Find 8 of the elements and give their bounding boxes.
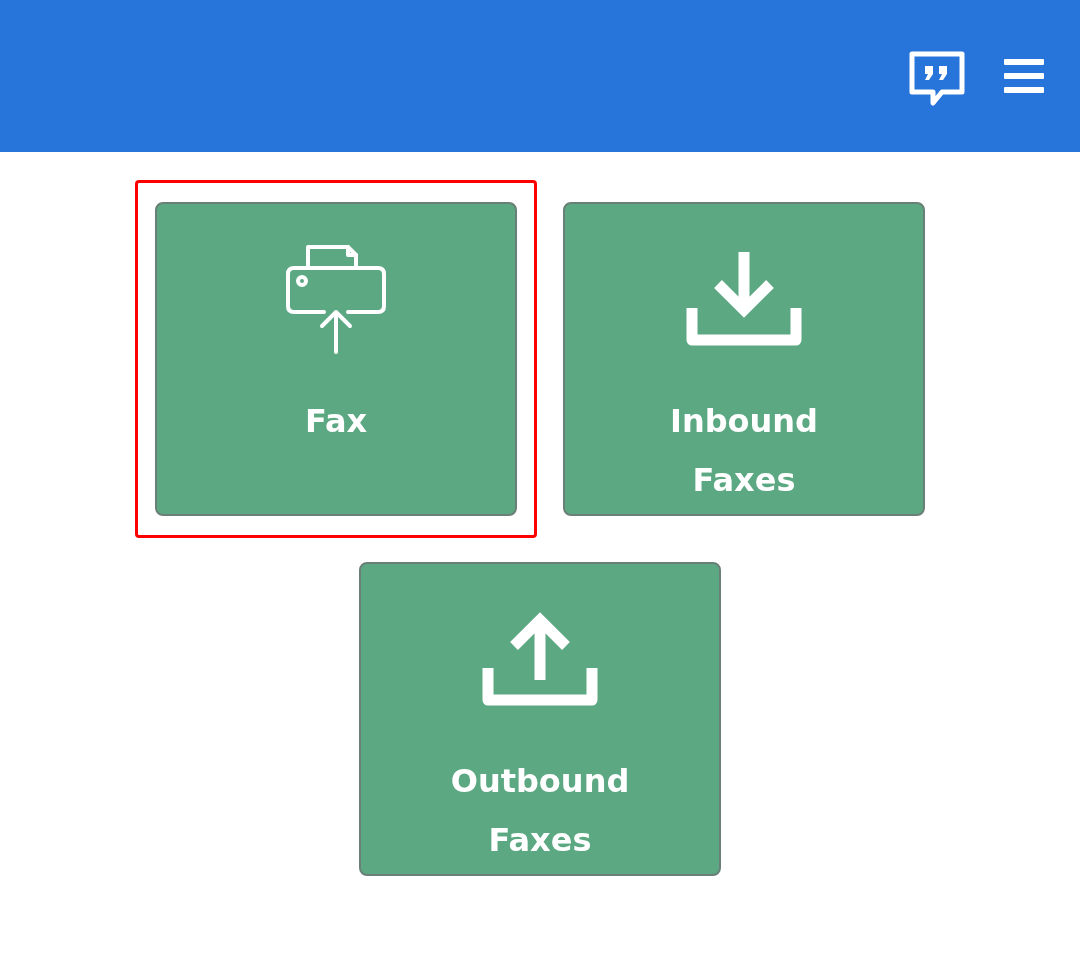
menu-button[interactable] <box>1004 59 1044 93</box>
feedback-icon <box>908 50 966 106</box>
menu-tile[interactable]: Outbound Faxes <box>359 562 721 876</box>
menu-tile[interactable]: Fax <box>155 202 517 516</box>
fax-upload-icon <box>284 244 388 356</box>
menu-icon <box>1004 59 1044 93</box>
menu-tile[interactable]: Inbound Faxes <box>563 202 925 516</box>
feedback-button[interactable] <box>908 50 966 106</box>
